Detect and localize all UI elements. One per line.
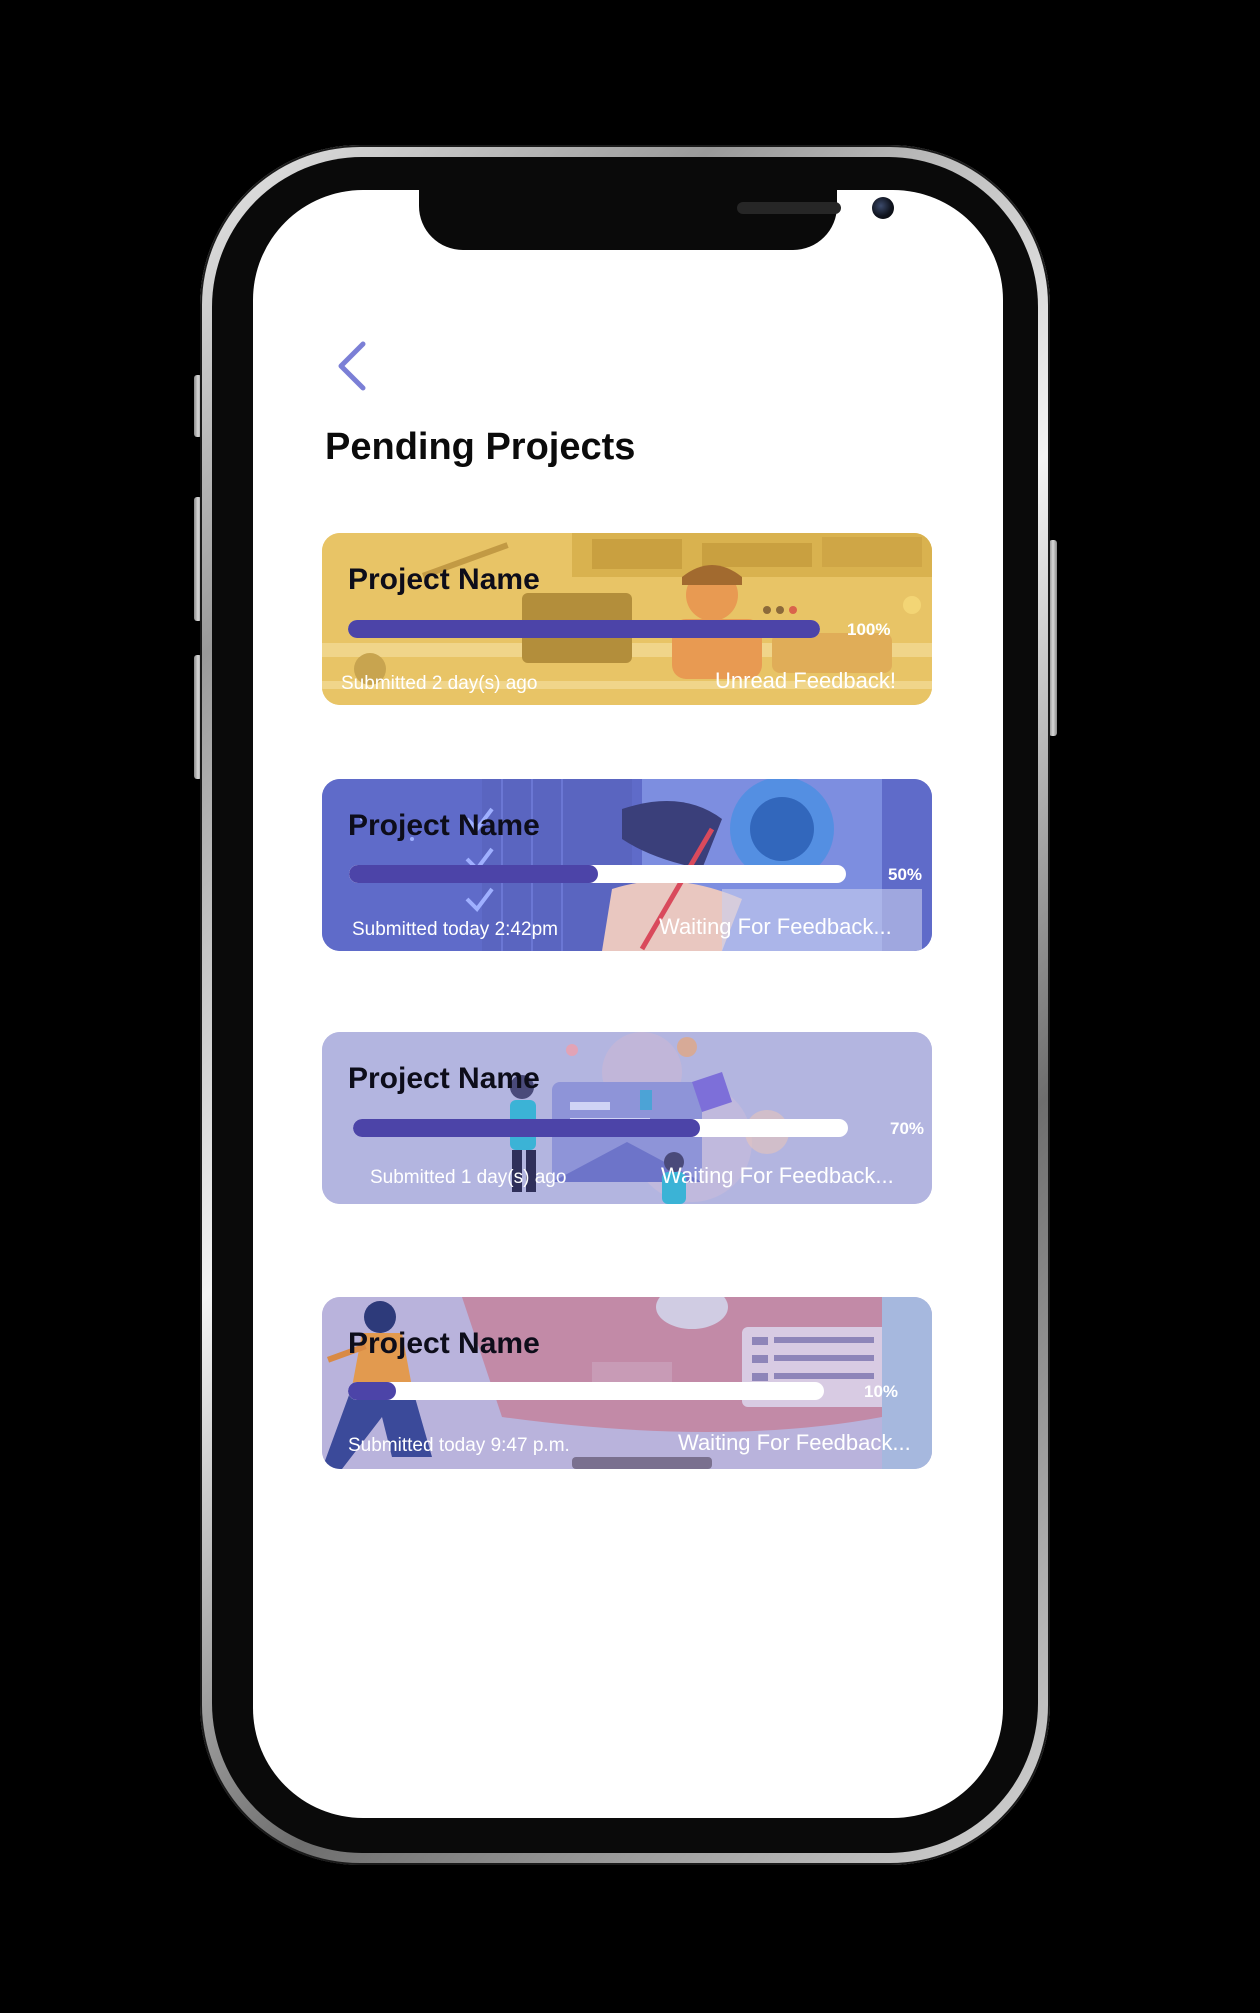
progress-percent: 70% xyxy=(890,1119,925,1138)
progress-bar-fill xyxy=(348,1382,396,1400)
phone-screen: Pending Projects Project Name 100% Submi… xyxy=(253,190,1003,1818)
front-camera xyxy=(872,197,894,219)
progress-bar xyxy=(348,620,820,638)
notch xyxy=(419,190,894,250)
project-name: Project Name xyxy=(348,1327,540,1360)
project-name: Project Name xyxy=(348,563,540,596)
submitted-time: Submitted today 9:47 p.m. xyxy=(348,1435,570,1456)
feedback-status[interactable]: Waiting For Feedback... xyxy=(661,1163,894,1189)
project-card[interactable]: Project Name 70% Submitted 1 day(s) ago … xyxy=(322,1032,932,1204)
progress-percent: 50% xyxy=(888,865,923,884)
back-button[interactable] xyxy=(331,338,375,394)
project-card[interactable]: Project Name 100% Submitted 2 day(s) ago… xyxy=(322,533,932,705)
progress-bar xyxy=(353,1119,848,1137)
project-name: Project Name xyxy=(348,809,540,842)
submitted-time: Submitted 2 day(s) ago xyxy=(341,673,538,694)
progress-bar-fill xyxy=(353,1119,700,1137)
feedback-status[interactable]: Unread Feedback! xyxy=(715,668,896,694)
progress-bar-fill xyxy=(349,865,598,883)
page-title: Pending Projects xyxy=(325,426,636,468)
progress-percent: 10% xyxy=(864,1382,899,1401)
progress-bar-fill xyxy=(348,620,820,638)
feedback-status[interactable]: Waiting For Feedback... xyxy=(678,1430,911,1456)
progress-bar xyxy=(348,1382,824,1400)
project-name: Project Name xyxy=(348,1062,540,1095)
submitted-time: Submitted today 2:42pm xyxy=(352,919,558,940)
speaker-grille xyxy=(737,202,841,214)
progress-percent: 100% xyxy=(847,620,891,639)
feedback-status[interactable]: Waiting For Feedback... xyxy=(659,914,892,940)
device-stage: Pending Projects Project Name 100% Submi… xyxy=(0,0,1260,2013)
power-button xyxy=(1049,540,1057,736)
project-card[interactable]: Project Name 10% Submitted today 9:47 p.… xyxy=(322,1297,932,1469)
project-card[interactable]: Project Name 50% Submitted today 2:42pm … xyxy=(322,779,932,951)
chevron-left-icon xyxy=(338,341,366,391)
progress-bar xyxy=(349,865,846,883)
submitted-time: Submitted 1 day(s) ago xyxy=(370,1167,567,1188)
